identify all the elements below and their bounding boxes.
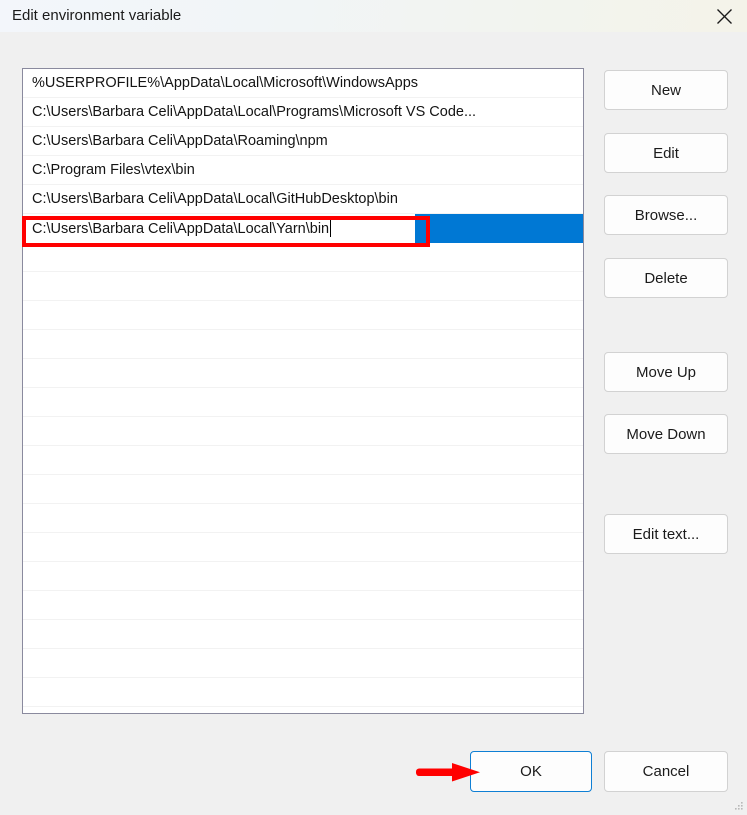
list-item-empty[interactable] <box>23 678 583 707</box>
ok-button-label: OK <box>520 763 542 780</box>
move-up-button[interactable]: Move Up <box>604 352 728 392</box>
cancel-button[interactable]: Cancel <box>604 751 728 792</box>
list-item-empty[interactable] <box>23 301 583 330</box>
list-item[interactable]: %USERPROFILE%\AppData\Local\Microsoft\Wi… <box>23 69 583 98</box>
list-item-empty[interactable] <box>23 620 583 649</box>
list-item-empty[interactable] <box>23 533 583 562</box>
list-item-empty[interactable] <box>23 359 583 388</box>
new-button-label: New <box>650 81 681 99</box>
dialog-body: %USERPROFILE%\AppData\Local\Microsoft\Wi… <box>0 32 747 810</box>
list-item-empty[interactable] <box>23 475 583 504</box>
edit-text-button-label: Edit text... <box>632 525 700 543</box>
browse-button-label: Browse... <box>634 206 698 224</box>
browse-button[interactable]: Browse... <box>604 195 728 235</box>
text-caret <box>330 220 332 237</box>
edit-text-button[interactable]: Edit text... <box>604 514 728 554</box>
list-item[interactable]: C:\Program Files\vtex\bin <box>23 156 583 185</box>
title-bar: Edit environment variable <box>0 0 747 33</box>
move-up-button-label: Move Up <box>635 363 697 381</box>
edit-button[interactable]: Edit <box>604 133 728 173</box>
resize-grip[interactable] <box>734 797 744 810</box>
close-window-button[interactable] <box>701 0 747 32</box>
delete-button[interactable]: Delete <box>604 258 728 298</box>
close-x-icon <box>716 8 733 25</box>
list-item[interactable]: C:\Users\Barbara Celi\AppData\Local\Prog… <box>23 98 583 127</box>
path-list[interactable]: %USERPROFILE%\AppData\Local\Microsoft\Wi… <box>22 68 584 714</box>
list-item-selected-editing[interactable]: C:\Users\Barbara Celi\AppData\Local\Yarn… <box>23 214 583 243</box>
list-item[interactable]: C:\Users\Barbara Celi\AppData\Local\GitH… <box>23 185 583 214</box>
list-item-empty[interactable] <box>23 243 583 272</box>
list-item-empty[interactable] <box>23 272 583 301</box>
ok-button[interactable]: OK <box>470 751 592 792</box>
list-item-empty[interactable] <box>23 330 583 359</box>
list-item-empty[interactable] <box>23 417 583 446</box>
cancel-button-label: Cancel <box>642 763 690 780</box>
move-down-button[interactable]: Move Down <box>604 414 728 454</box>
delete-button-label: Delete <box>644 269 688 287</box>
list-item[interactable]: C:\Users\Barbara Celi\AppData\Roaming\np… <box>23 127 583 156</box>
path-edit-input[interactable]: C:\Users\Barbara Celi\AppData\Local\Yarn… <box>23 214 415 243</box>
list-item-empty[interactable] <box>23 562 583 591</box>
list-item-empty[interactable] <box>23 388 583 417</box>
list-item-empty[interactable] <box>23 446 583 475</box>
list-item-empty[interactable] <box>23 591 583 620</box>
window-title: Edit environment variable <box>12 7 182 24</box>
list-item-empty[interactable] <box>23 649 583 678</box>
edit-button-label: Edit <box>653 144 679 162</box>
move-down-button-label: Move Down <box>626 425 706 443</box>
new-button[interactable]: New <box>604 70 728 110</box>
list-item-empty[interactable] <box>23 504 583 533</box>
path-edit-value: C:\Users\Barbara Celi\AppData\Local\Yarn… <box>32 220 330 237</box>
